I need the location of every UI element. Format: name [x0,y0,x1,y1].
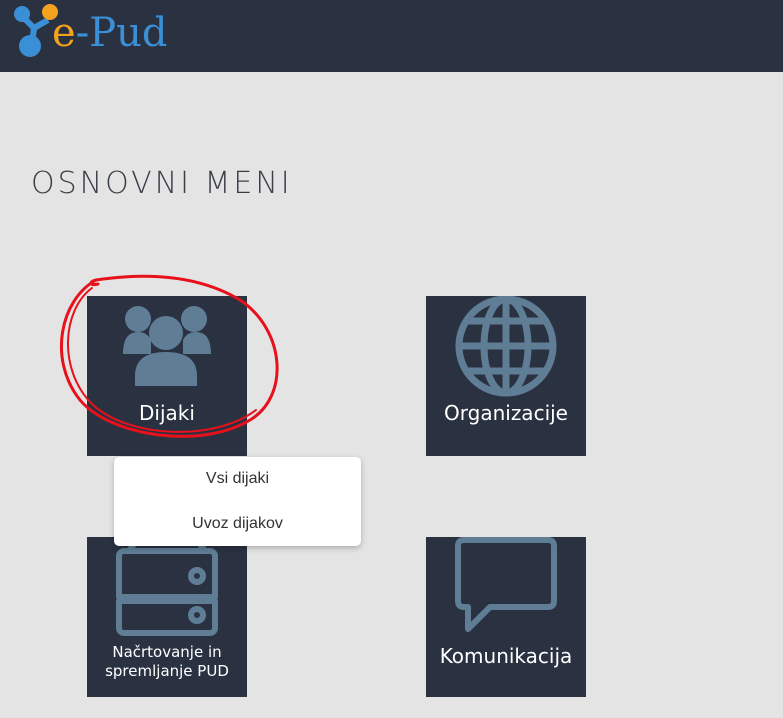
speech-bubble-icon [455,537,557,632]
globe-icon [455,296,557,397]
tile-dijaki-label: Dijaki [139,401,195,425]
logo-text: e-Pud [52,10,168,56]
tile-dijaki[interactable]: Dijaki [87,296,247,456]
tile-komunikacija-label: Komunikacija [439,644,573,668]
tile-nacrtovanje-label-line2: spremljanje PUD [105,662,229,680]
dropdown-item-uvoz-dijakov[interactable]: Uvoz dijakov [114,504,361,544]
tile-komunikacija[interactable]: Komunikacija [426,537,586,697]
server-icon [116,537,218,636]
users-icon [123,306,211,386]
top-navbar: e-Pud [0,0,783,72]
epud-logo[interactable]: e-Pud [8,0,168,66]
tile-organizacije[interactable]: Organizacije [426,296,586,456]
tile-nacrtovanje[interactable]: Načrtovanje in spremljanje PUD [87,537,247,697]
dropdown-item-vsi-dijaki[interactable]: Vsi dijaki [114,459,361,499]
tile-organizacije-label: Organizacije [444,401,568,425]
page-title: OSNOVNI MENI [31,166,293,201]
tile-nacrtovanje-label-line1: Načrtovanje in [112,643,222,661]
dijaki-dropdown-menu: Vsi dijaki Uvoz dijakov [114,457,361,546]
tile-nacrtovanje-label: Načrtovanje in spremljanje PUD [87,643,247,681]
